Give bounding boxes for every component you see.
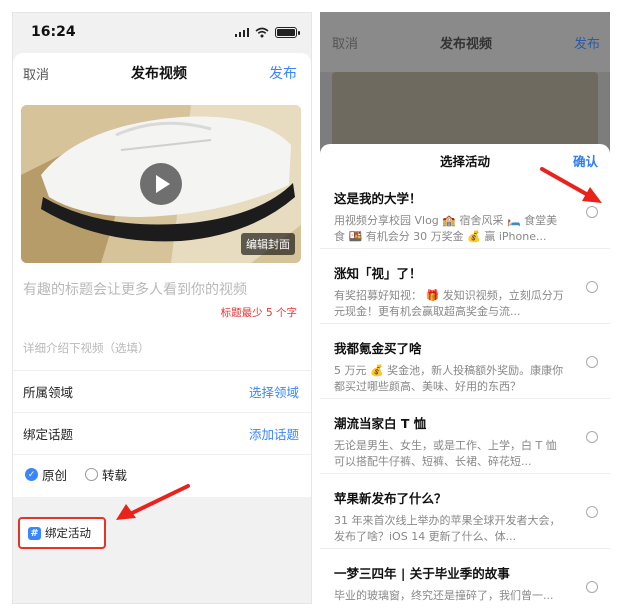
radio-original-label: 原创 bbox=[42, 468, 68, 483]
publish-form: 取消 发布视频 发布 编辑封面 有趣的标题会让更多人看到你的视频 标题最少 5 … bbox=[13, 53, 311, 484]
edit-cover-button[interactable]: 编辑封面 bbox=[241, 233, 295, 255]
radio-unselected-icon[interactable] bbox=[586, 431, 598, 443]
page-title-dimmed: 发布视频 bbox=[439, 36, 492, 52]
dimmed-top-nav-bar: 取消 发布视频 发布 bbox=[320, 12, 610, 72]
status-icons bbox=[234, 26, 300, 38]
activity-item[interactable]: 涨知「视」了！ 有奖招募好知视： 🎁 发知识视频，立刻瓜分万元现金！更有机会赢取… bbox=[320, 249, 610, 324]
cancel-button[interactable]: 取消 bbox=[23, 64, 49, 83]
activity-title: 我都氪金买了啥 bbox=[334, 341, 422, 356]
battery-icon bbox=[275, 26, 300, 38]
status-time: 16:24 bbox=[31, 24, 76, 40]
activity-description: 5 万元 💰 奖金池，新人投稿额外奖励。康康你都买过哪些颜高、美味、好用的东西？ bbox=[334, 364, 564, 393]
activity-title: 涨知「视」了！ bbox=[334, 266, 422, 281]
right-phone-screen: 取消 发布视频 发布 选择活动 确认 这是我的大学！ 用视频分享校园 Vlog … bbox=[320, 12, 610, 604]
video-preview[interactable]: 编辑封面 bbox=[21, 105, 301, 263]
radio-unselected-icon[interactable] bbox=[586, 281, 598, 293]
sheet-title: 选择活动 bbox=[439, 153, 490, 169]
activity-item[interactable]: 苹果新发布了什么？ 31 年来首次线上举办的苹果全球开发者大会，发布了啥？iOS… bbox=[320, 474, 610, 549]
title-length-hint: 标题最少 5 个字 bbox=[220, 307, 297, 319]
red-arrow-annotation bbox=[540, 167, 602, 203]
activity-description: 毕业的玻璃窗，终究还是撞碎了，我们曾一... bbox=[334, 589, 554, 602]
radio-unselected-icon[interactable] bbox=[586, 206, 598, 218]
row-domain[interactable]: 所属领域 选择领域 bbox=[13, 371, 311, 413]
activity-item[interactable]: 我都氪金买了啥 5 万元 💰 奖金池，新人投稿额外奖励。康康你都买过哪些颜高、美… bbox=[320, 324, 610, 399]
add-topic-link[interactable]: 添加话题 bbox=[249, 424, 299, 443]
origin-radio-group: ✓ 原创 转载 bbox=[13, 455, 311, 484]
red-arrow-annotation bbox=[116, 484, 190, 520]
activity-title: 苹果新发布了什么？ bbox=[334, 491, 447, 506]
signal-icon bbox=[234, 27, 249, 37]
radio-original[interactable]: ✓ 原创 bbox=[25, 465, 67, 484]
activity-description: 31 年来首次线上举办的苹果全球开发者大会，发布了啥？iOS 14 更新了什么、… bbox=[334, 514, 561, 543]
radio-unselected-icon[interactable] bbox=[586, 581, 598, 593]
page-title: 发布视频 bbox=[131, 66, 187, 82]
description-input[interactable]: 详细介绍下视频（选填） bbox=[23, 340, 311, 356]
publish-button[interactable]: 发布 bbox=[269, 63, 297, 83]
topic-label: 绑定话题 bbox=[23, 427, 74, 442]
activity-description: 用视频分享校园 Vlog 🏫 宿舍风采 🛏️ 食堂美食 🍱 有机会分 30 万奖… bbox=[334, 214, 558, 243]
activity-sheet: 选择活动 确认 这是我的大学！ 用视频分享校园 Vlog 🏫 宿舍风采 🛏️ 食… bbox=[320, 144, 610, 604]
publish-button-dimmed: 发布 bbox=[573, 36, 600, 52]
radio-unselected-icon[interactable] bbox=[586, 506, 598, 518]
activity-title: 一梦三四年 | 关于毕业季的故事 bbox=[334, 566, 510, 581]
row-topic[interactable]: 绑定话题 添加话题 bbox=[13, 413, 311, 455]
title-input[interactable]: 有趣的标题会让更多人看到你的视频 bbox=[23, 279, 311, 299]
dimmed-video-preview bbox=[332, 72, 598, 152]
wifi-icon bbox=[255, 27, 269, 37]
activity-item[interactable]: 潮流当家白 T 恤 无论是男生、女生，或是工作、上学，白 T 恤可以搭配牛仔裤、… bbox=[320, 399, 610, 474]
radio-unselected-icon[interactable] bbox=[586, 356, 598, 368]
play-icon[interactable] bbox=[140, 163, 182, 205]
bind-activity-label: 绑定活动 bbox=[45, 526, 91, 540]
bind-activity-button[interactable]: # 绑定活动 bbox=[18, 517, 106, 549]
activity-item[interactable]: 一梦三四年 | 关于毕业季的故事 毕业的玻璃窗，终究还是撞碎了，我们曾一... bbox=[320, 549, 610, 604]
unchecked-icon bbox=[85, 468, 99, 481]
activity-description: 无论是男生、女生，或是工作、上学，白 T 恤可以搭配牛仔裤、短裤、长裙、碎花短.… bbox=[334, 439, 557, 468]
status-bar: 16:24 bbox=[13, 13, 311, 51]
cancel-button-dimmed: 取消 bbox=[332, 36, 359, 52]
activity-title: 潮流当家白 T 恤 bbox=[334, 416, 427, 431]
checked-icon: ✓ bbox=[25, 468, 38, 481]
activity-description: 有奖招募好知视： 🎁 发知识视频，立刻瓜分万元现金！更有机会赢取超高奖金与流..… bbox=[334, 289, 564, 318]
top-nav-bar: 取消 发布视频 发布 bbox=[13, 53, 311, 93]
select-domain-link[interactable]: 选择领域 bbox=[249, 382, 299, 401]
hash-icon: # bbox=[28, 526, 41, 540]
domain-label: 所属领域 bbox=[23, 385, 74, 400]
